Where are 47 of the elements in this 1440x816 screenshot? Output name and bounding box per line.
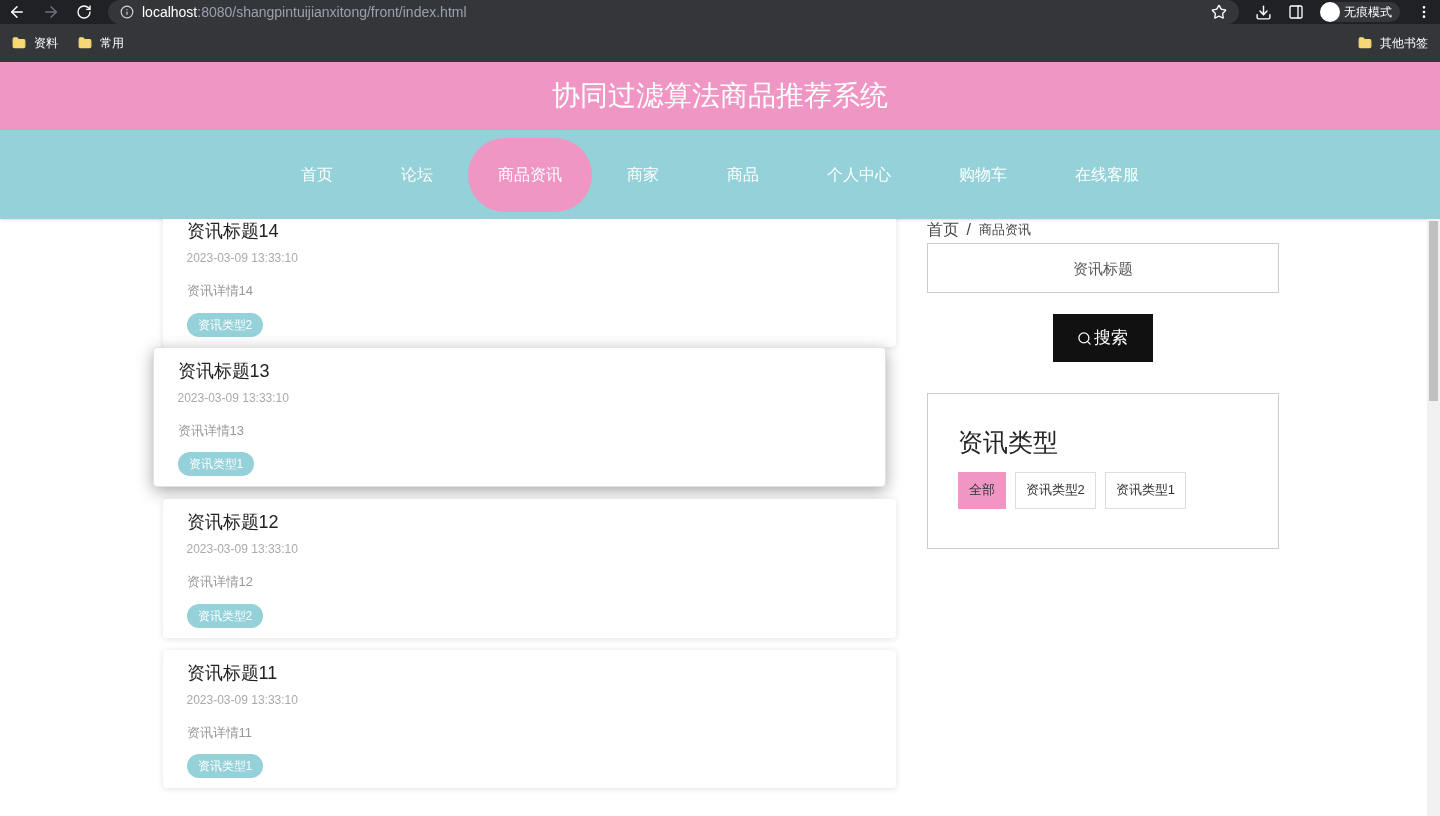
search-field[interactable]: 资讯标题	[926, 243, 1279, 293]
folder-icon	[12, 36, 26, 50]
reload-icon[interactable]	[76, 4, 92, 20]
breadcrumb-current: 商品资讯	[978, 221, 1031, 240]
bookmark-item[interactable]: 其他书签	[1358, 34, 1428, 52]
side-panel-icon[interactable]	[1288, 4, 1304, 20]
news-detail: 资讯详情11	[186, 723, 252, 742]
news-tag: 资讯类型2	[186, 603, 264, 628]
category-option[interactable]: 全部	[957, 471, 1006, 509]
forward-icon[interactable]	[42, 3, 60, 21]
news-time: 2023-03-09 13:33:10	[177, 389, 289, 407]
site-title: 协同过滤算法商品推荐系统	[552, 79, 888, 113]
news-detail: 资讯详情14	[186, 282, 253, 300]
breadcrumb-link[interactable]: 首页	[926, 219, 959, 242]
news-time: 2023-03-09 13:33:10	[186, 250, 298, 267]
info-icon	[120, 5, 134, 19]
folder-icon	[1358, 36, 1372, 50]
news-time: 2023-03-09 13:33:10	[186, 541, 298, 558]
address-bar[interactable]: localhost:8080/shangpintuijianxitong/front/index.html	[108, 0, 1239, 24]
bookmark-item[interactable]: 资料	[12, 34, 58, 52]
bookmark-star-icon[interactable]	[1211, 4, 1227, 20]
bookmark-item[interactable]: 常用	[78, 34, 124, 52]
search-button[interactable]: 搜索	[1052, 314, 1153, 362]
category-option[interactable]: 资讯类型2	[1014, 471, 1096, 509]
url-text: localhost:8080/shangpintuijianxitong/front/index.html	[142, 2, 467, 22]
news-time: 2023-03-09 13:33:10	[186, 691, 298, 709]
news-title: 资讯标题11	[186, 661, 278, 685]
news-detail: 资讯详情12	[186, 573, 253, 591]
news-card[interactable]: 资讯标题13 2023-03-09 13:33:10 资讯详情13 资讯类型1	[152, 346, 886, 487]
news-title: 资讯标题13	[177, 359, 270, 383]
news-tag: 资讯类型1	[177, 452, 255, 476]
news-title: 资讯标题12	[186, 511, 279, 534]
folder-icon	[78, 36, 92, 50]
news-card[interactable]: 资讯标题14 2023-03-09 13:33:10 资讯详情14 资讯类型2	[162, 219, 896, 347]
category-title: 资讯类型	[957, 427, 1059, 458]
news-card[interactable]: 资讯标题11 2023-03-09 13:33:10 资讯详情11 资讯类型1	[162, 649, 896, 788]
search-icon	[1077, 330, 1092, 346]
news-card[interactable]: 资讯标题12 2023-03-09 13:33:10 资讯详情12 资讯类型2	[162, 499, 896, 638]
news-detail: 资讯详情13	[177, 421, 244, 440]
back-icon[interactable]	[8, 3, 26, 21]
news-tag: 资讯类型2	[186, 312, 264, 337]
profile-chip[interactable]: 无痕模式	[1320, 2, 1400, 22]
news-title: 资讯标题14	[186, 220, 279, 243]
category-option[interactable]: 资讯类型1	[1104, 471, 1186, 509]
breadcrumb-separator: /	[966, 220, 971, 240]
download-icon[interactable]	[1255, 3, 1272, 21]
news-tag: 资讯类型1	[186, 754, 264, 778]
